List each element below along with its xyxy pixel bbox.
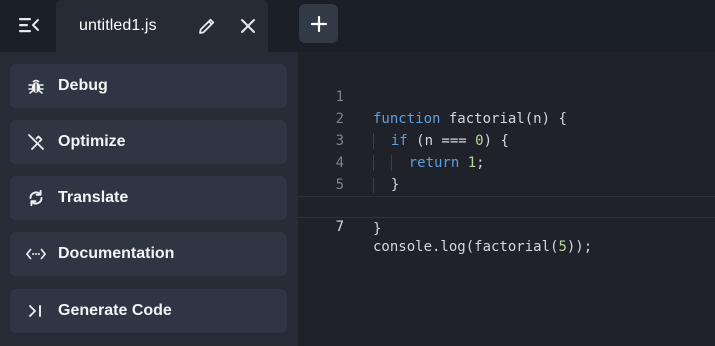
documentation-label: Documentation	[58, 245, 175, 262]
code-line[interactable]: 5 return n * factorial(n - 1);	[298, 152, 715, 215]
plus-icon	[310, 15, 327, 32]
translate-button[interactable]: Translate	[10, 176, 287, 220]
documentation-button[interactable]: Documentation	[10, 232, 287, 276]
debug-button[interactable]: Debug	[10, 64, 287, 108]
new-tab-button[interactable]	[299, 4, 338, 43]
terminal-icon	[26, 301, 46, 321]
code-text: console.log(factorial(5));	[373, 239, 593, 255]
code-line[interactable]: 6 }	[298, 174, 715, 237]
translate-label: Translate	[58, 189, 129, 206]
optimize-button[interactable]: Optimize	[10, 120, 287, 164]
code-line[interactable]: 3 return 1;	[298, 108, 715, 171]
code-line-active[interactable]: 7 console.log(factorial(5));	[298, 196, 715, 255]
tab-title: untitled1.js	[79, 17, 157, 34]
debug-label: Debug	[58, 77, 108, 94]
sidebar: Debug Optimize Translate Documentation G…	[0, 52, 298, 346]
top-bar: untitled1.js	[0, 0, 715, 52]
code-editor[interactable]: 1 function factorial(n) { 2 if (n === 0)…	[298, 52, 715, 346]
menu-collapse-icon[interactable]	[14, 12, 44, 38]
pencil-icon[interactable]	[196, 15, 218, 37]
tab-untitled1[interactable]: untitled1.js	[56, 0, 268, 52]
line-number: 7	[335, 219, 344, 235]
code-line[interactable]: 1 function factorial(n) {	[298, 64, 715, 127]
generate-code-label: Generate Code	[58, 302, 172, 319]
optimize-label: Optimize	[58, 133, 126, 150]
wand-slash-icon	[26, 132, 46, 152]
code-line[interactable]: 4 }	[298, 130, 715, 193]
close-icon[interactable]	[237, 15, 259, 37]
code-line[interactable]: 2 if (n === 0) {	[298, 86, 715, 149]
code-area[interactable]: 1 function factorial(n) { 2 if (n === 0)…	[298, 64, 715, 255]
bug-icon	[26, 76, 46, 96]
refresh-icon	[26, 188, 46, 208]
code-dots-icon	[26, 244, 46, 264]
generate-code-button[interactable]: Generate Code	[10, 289, 287, 333]
